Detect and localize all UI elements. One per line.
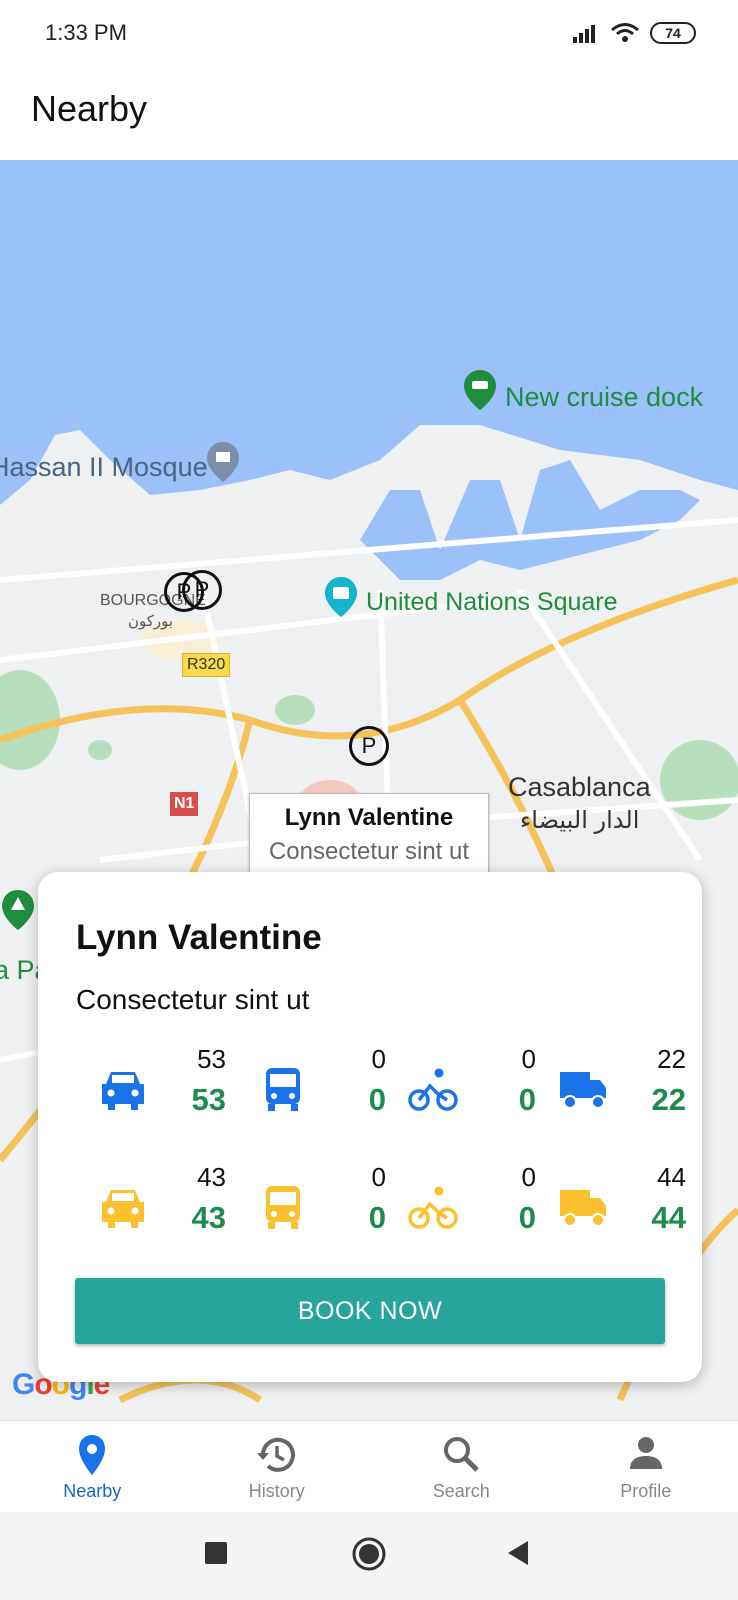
home-button-icon[interactable]: [351, 1536, 387, 1572]
parking-marker-selected[interactable]: P: [349, 726, 389, 766]
casablanca-label: Casablanca: [508, 772, 651, 802]
parking-detail-card: Lynn Valentine Consectetur sint ut 53 53…: [38, 872, 702, 1382]
app-bar: Nearby: [0, 66, 738, 160]
road-n1-badge: N1: [170, 792, 199, 816]
total-count: 22: [657, 1044, 686, 1074]
road-r320-badge: R320: [182, 653, 231, 677]
available-count: 0: [518, 1082, 536, 1117]
available-count: 22: [651, 1082, 686, 1117]
parking-subtitle: Consectetur sint ut: [76, 984, 310, 1015]
parking-marker[interactable]: P: [182, 570, 222, 610]
cruise-dock-label: New cruise dock: [505, 382, 704, 412]
nav-item-nearby[interactable]: Nearby: [0, 1421, 185, 1512]
casablanca-ar-label: الدار البيضاء: [520, 807, 640, 834]
total-count: 0: [521, 1044, 536, 1074]
capacity-truck-blue: 22 22: [546, 1044, 686, 1134]
nav-label: Nearby: [63, 1481, 122, 1501]
available-count: 43: [191, 1200, 226, 1235]
capacity-car-blue: 53 53: [86, 1044, 226, 1134]
system-navigation-bar: [0, 1512, 738, 1600]
un-square-pin-icon[interactable]: [323, 575, 359, 619]
parking-name: Lynn Valentine: [76, 918, 322, 957]
capacity-truck-yellow: 44 44: [546, 1162, 686, 1252]
info-window-subtitle: Consectetur sint ut: [268, 838, 470, 865]
available-count: 0: [368, 1200, 386, 1235]
nav-label: History: [248, 1481, 305, 1501]
mosque-label: Hassan II Mosque: [0, 452, 208, 482]
truck-icon: [560, 1190, 606, 1227]
marker-info-window[interactable]: Lynn Valentine Consectetur sint ut: [249, 793, 489, 886]
page-title: Nearby: [31, 88, 148, 129]
nav-item-search[interactable]: Search: [369, 1421, 554, 1512]
capacity-bus-blue: 0 0: [246, 1044, 386, 1134]
back-button-icon[interactable]: [506, 1540, 530, 1566]
nav-label: Profile: [620, 1481, 672, 1501]
signal-icon: [573, 25, 595, 43]
bottom-navigation: Nearby History Search Profile: [0, 1420, 738, 1512]
capacity-bus-yellow: 0 0: [246, 1162, 386, 1252]
book-now-button[interactable]: BOOK NOW: [75, 1278, 665, 1344]
search-icon: [444, 1437, 480, 1472]
available-count: 0: [368, 1082, 386, 1117]
available-count: 0: [518, 1200, 536, 1235]
wifi-icon: [611, 23, 639, 42]
bus-icon: [266, 1186, 300, 1229]
capacity-bike-yellow: 0 0: [396, 1162, 536, 1252]
info-window-title: Lynn Valentine: [284, 804, 454, 831]
bike-icon: [408, 1068, 458, 1111]
cruise-dock-pin-icon[interactable]: [462, 368, 498, 412]
total-count: 0: [371, 1162, 386, 1192]
person-icon: [629, 1437, 662, 1469]
total-count: 53: [197, 1044, 226, 1074]
car-icon: [102, 1190, 144, 1228]
capacity-bike-blue: 0 0: [396, 1044, 536, 1134]
status-icons: 74: [572, 22, 696, 44]
nav-label: Search: [432, 1481, 490, 1501]
total-count: 0: [521, 1162, 536, 1192]
nav-item-history[interactable]: History: [185, 1421, 370, 1512]
total-count: 0: [371, 1044, 386, 1074]
bike-icon: [408, 1186, 458, 1229]
status-bar: 1:33 PM 74: [0, 0, 738, 66]
capacity-car-yellow: 43 43: [86, 1162, 226, 1252]
status-time: 1:33 PM: [45, 20, 127, 45]
bourgogne-ar-label: بوركون: [128, 613, 174, 630]
truck-icon: [560, 1072, 606, 1109]
available-count: 44: [651, 1200, 686, 1235]
available-count: 53: [191, 1082, 226, 1117]
mosque-pin-icon[interactable]: [205, 440, 241, 484]
un-square-label: United Nations Square: [366, 588, 618, 616]
total-count: 44: [657, 1162, 686, 1192]
total-count: 43: [197, 1162, 226, 1192]
history-icon: [256, 1437, 295, 1472]
park-pin-icon[interactable]: [0, 888, 36, 932]
battery-icon: 74: [650, 22, 696, 44]
nav-item-profile[interactable]: Profile: [554, 1421, 738, 1512]
car-icon: [102, 1072, 144, 1110]
location-pin-icon: [79, 1435, 106, 1475]
bus-icon: [266, 1068, 300, 1111]
recents-button-icon[interactable]: [205, 1542, 227, 1564]
